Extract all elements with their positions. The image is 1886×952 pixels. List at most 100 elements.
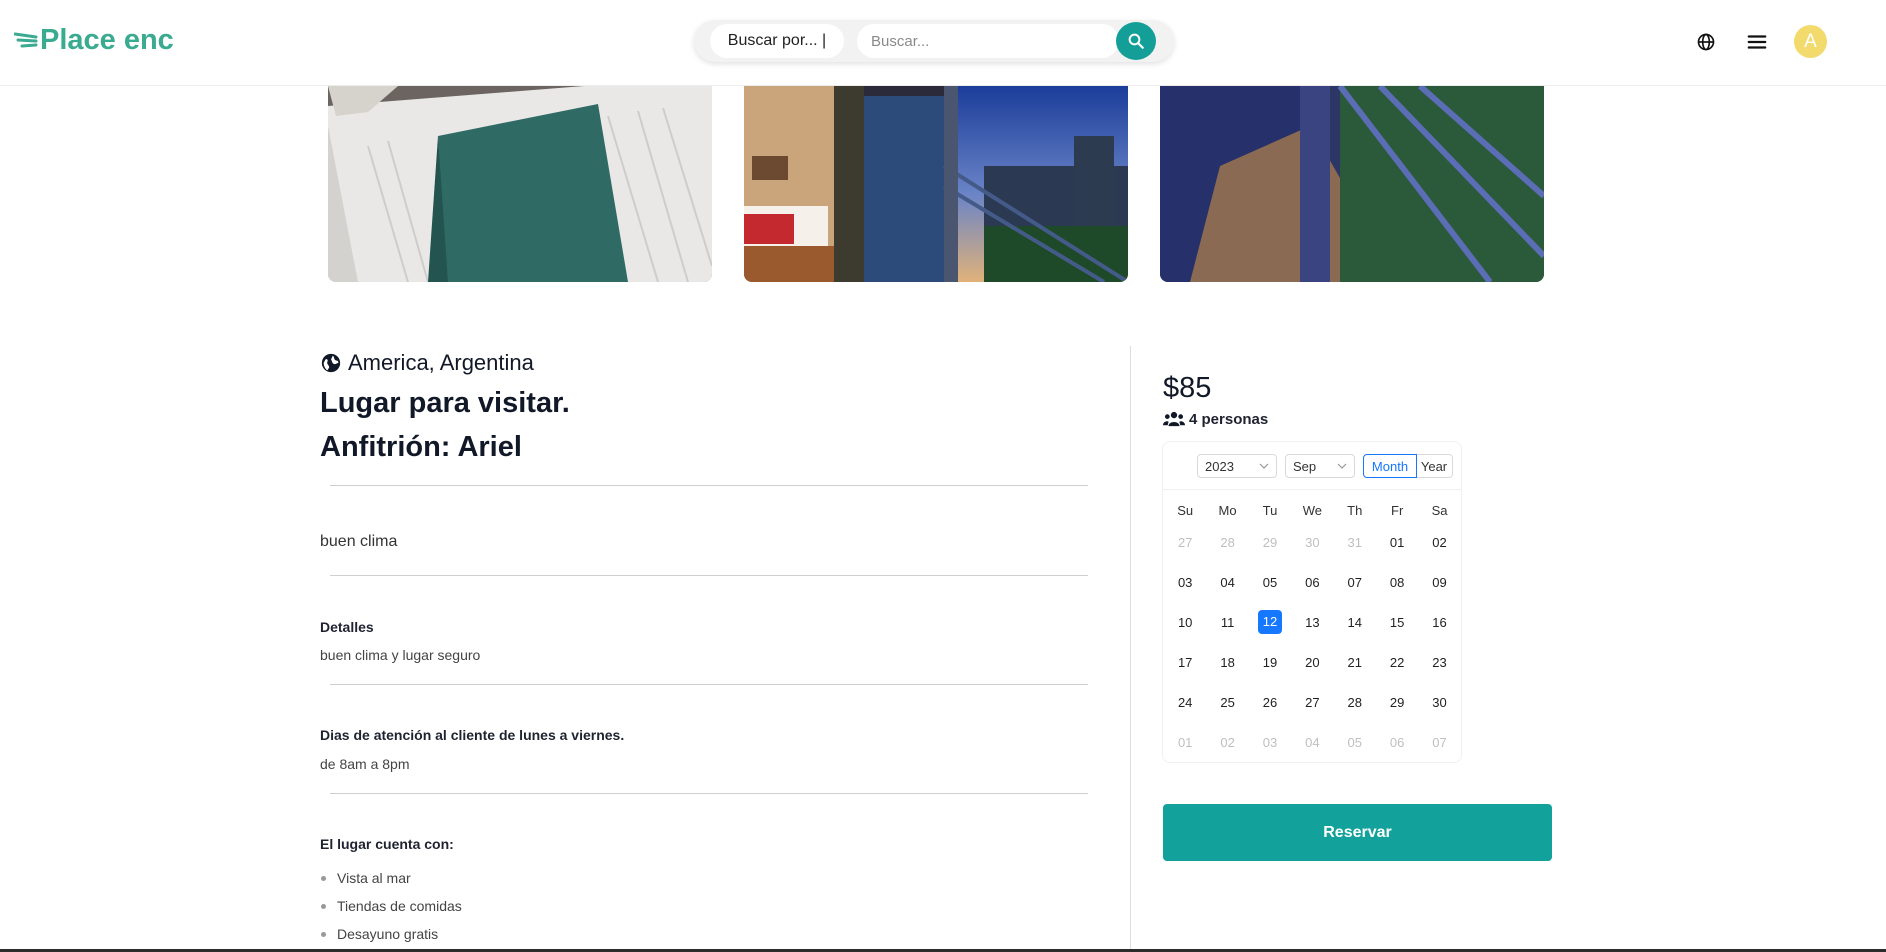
- calendar-week-row: 03 04 05 06 07 08 09: [1164, 562, 1461, 602]
- calendar-day[interactable]: 25: [1206, 695, 1248, 710]
- top-header: Place enc Buscar por... | A: [0, 0, 1886, 86]
- calendar-day-number: 13: [1305, 614, 1320, 630]
- calendar-day[interactable]: 27: [1291, 695, 1333, 710]
- calendar-day[interactable]: 19: [1249, 655, 1291, 670]
- calendar-day[interactable]: 30: [1418, 695, 1460, 710]
- balcony-closeup-photo: [1160, 86, 1544, 282]
- calendar-day[interactable]: 07: [1334, 575, 1376, 590]
- listing-title: Lugar para visitar.: [320, 387, 570, 419]
- calendar-day[interactable]: 01: [1376, 535, 1418, 550]
- language-button[interactable]: [1694, 30, 1718, 54]
- calendar-day-number: 29: [1389, 694, 1405, 710]
- amenities-list: Vista al mar Tiendas de comidas Desayuno…: [320, 864, 462, 948]
- calendar-day[interactable]: 08: [1376, 575, 1418, 590]
- calendar-day-number: 05: [1347, 734, 1362, 750]
- menu-button[interactable]: [1745, 30, 1769, 54]
- year-mode-button[interactable]: Year: [1416, 454, 1453, 478]
- calendar-day[interactable]: 17: [1164, 655, 1206, 670]
- calendar-day-number: 05: [1262, 574, 1278, 590]
- calendar-day-number: 04: [1220, 574, 1235, 590]
- calendar-day[interactable]: 11: [1206, 615, 1248, 630]
- calendar-day[interactable]: 04: [1291, 735, 1333, 750]
- weekday-label: Su: [1177, 502, 1194, 518]
- calendar-day[interactable]: 18: [1206, 655, 1248, 670]
- reserve-button[interactable]: Reservar: [1163, 804, 1552, 861]
- calendar-day-number: 19: [1262, 654, 1278, 670]
- calendar-day[interactable]: 04: [1206, 575, 1248, 590]
- divider: [330, 575, 1088, 576]
- weekday-label: Mo: [1218, 502, 1237, 518]
- calendar-day[interactable]: 13: [1291, 615, 1333, 630]
- calendar-day-number: 24: [1177, 694, 1193, 710]
- guest-count: 4 personas: [1163, 410, 1268, 428]
- calendar-day[interactable]: 03: [1164, 575, 1206, 590]
- location-text: America, Argentina: [348, 350, 534, 375]
- calendar-day-selected[interactable]: 12: [1249, 610, 1291, 634]
- calendar-day-number: 18: [1220, 654, 1235, 670]
- calendar-day[interactable]: 28: [1334, 695, 1376, 710]
- calendar-day-number: 09: [1432, 574, 1447, 590]
- calendar-day[interactable]: 22: [1376, 655, 1418, 670]
- calendar-day[interactable]: 16: [1418, 615, 1460, 630]
- weekday-label: Fr: [1391, 502, 1404, 518]
- search-icon: [1128, 33, 1144, 49]
- calendar-day[interactable]: 29: [1376, 695, 1418, 710]
- calendar-day[interactable]: 31: [1334, 535, 1376, 550]
- globe-icon: [1697, 33, 1715, 51]
- calendar-day-number: 22: [1389, 654, 1405, 670]
- calendar-day[interactable]: 02: [1206, 735, 1248, 750]
- year-select[interactable]: 2023: [1197, 454, 1277, 478]
- calendar-day[interactable]: 28: [1206, 535, 1248, 550]
- calendar-day[interactable]: 21: [1334, 655, 1376, 670]
- calendar-day-number: 07: [1347, 574, 1362, 590]
- calendar-grid: Su Mo Tu We Th Fr Sa 27 28 29 30 31 01 02 03 04 05 06 07 08…: [1164, 498, 1461, 762]
- gallery-photo-2[interactable]: [744, 86, 1128, 282]
- calendar-day-number: 15: [1389, 614, 1405, 630]
- search-button[interactable]: [1116, 22, 1156, 60]
- avatar[interactable]: A: [1794, 25, 1827, 58]
- calendar-day-number: 30: [1305, 534, 1320, 550]
- calendar-day[interactable]: 10: [1164, 615, 1206, 630]
- calendar-day[interactable]: 05: [1334, 735, 1376, 750]
- calendar-day-number: 29: [1262, 534, 1278, 550]
- calendar-day[interactable]: 03: [1249, 735, 1291, 750]
- calendar-day[interactable]: 26: [1249, 695, 1291, 710]
- calendar-day[interactable]: 29: [1249, 535, 1291, 550]
- calendar-day[interactable]: 20: [1291, 655, 1333, 670]
- calendar-day[interactable]: 14: [1334, 615, 1376, 630]
- gallery-photo-1[interactable]: [328, 86, 712, 282]
- calendar-day[interactable]: 06: [1376, 735, 1418, 750]
- calendar-day-number: 25: [1220, 694, 1235, 710]
- list-item: Vista al mar: [320, 864, 462, 892]
- search-bar: Buscar por... |: [694, 20, 1174, 62]
- search-by-dropdown[interactable]: Buscar por... |: [710, 24, 844, 58]
- logo-text: Place enc: [40, 24, 174, 56]
- calendar-day[interactable]: 09: [1418, 575, 1460, 590]
- calendar-day[interactable]: 07: [1418, 735, 1460, 750]
- globe-filled-icon: [321, 353, 341, 373]
- gallery-photo-3[interactable]: [1160, 86, 1544, 282]
- calendar-day[interactable]: 06: [1291, 575, 1333, 590]
- calendar-day-number: 03: [1177, 574, 1193, 590]
- listing-location: America, Argentina: [320, 350, 534, 376]
- month-mode-button[interactable]: Month: [1363, 454, 1417, 478]
- calendar-day[interactable]: 15: [1376, 615, 1418, 630]
- amenities-title: El lugar cuenta con:: [320, 836, 454, 852]
- calendar-day[interactable]: 05: [1249, 575, 1291, 590]
- weekday-row: Su Mo Tu We Th Fr Sa: [1164, 498, 1461, 522]
- calendar-day[interactable]: 01: [1164, 735, 1206, 750]
- calendar-day-number: 12: [1257, 610, 1282, 634]
- details-text: buen clima y lugar seguro: [320, 647, 481, 663]
- search-input[interactable]: [857, 24, 1119, 58]
- calendar-day[interactable]: 23: [1418, 655, 1460, 670]
- month-select[interactable]: Sep: [1285, 454, 1355, 478]
- year-value: 2023: [1205, 458, 1234, 474]
- users-icon: [1163, 411, 1185, 427]
- column-divider: [1130, 346, 1131, 952]
- calendar-day[interactable]: 27: [1164, 535, 1206, 550]
- calendar-day[interactable]: 30: [1291, 535, 1333, 550]
- weekday-label: We: [1302, 502, 1322, 518]
- logo[interactable]: Place enc: [14, 24, 174, 57]
- calendar-day[interactable]: 24: [1164, 695, 1206, 710]
- calendar-day[interactable]: 02: [1418, 535, 1460, 550]
